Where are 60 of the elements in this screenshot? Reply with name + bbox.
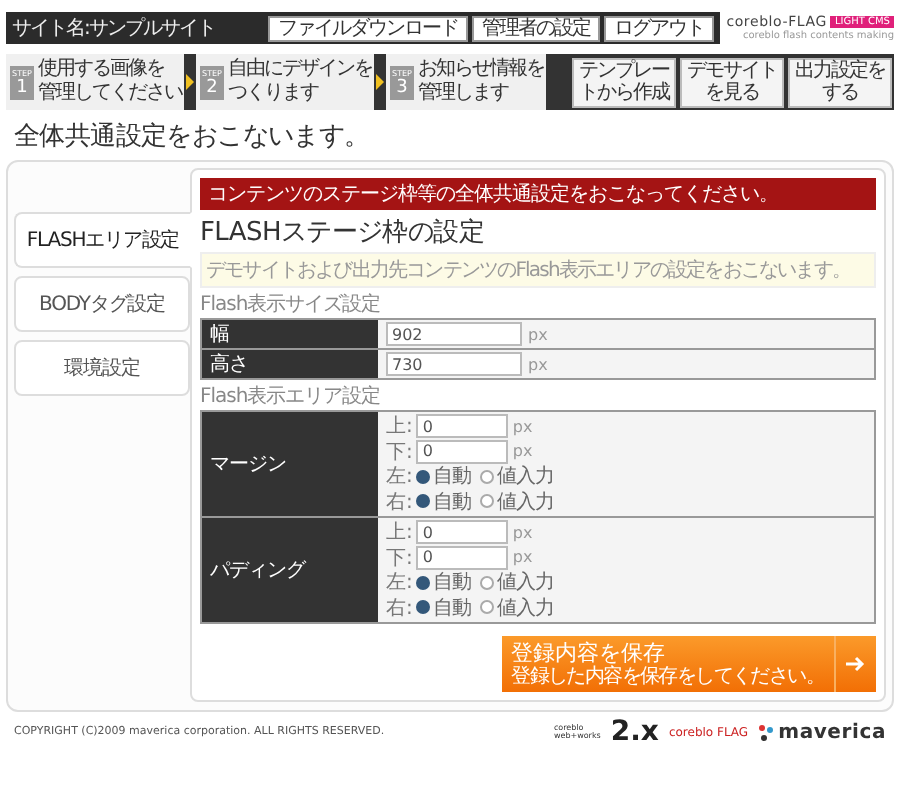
radio-option[interactable]: 自動 <box>416 487 471 516</box>
header-button[interactable]: ファイルダウンロード <box>268 15 468 41</box>
row-label: 高さ <box>202 350 378 378</box>
input-field[interactable]: 730 <box>386 352 522 376</box>
dots-icon <box>758 723 775 741</box>
logo-text: maverica <box>778 721 886 743</box>
unit-label: px <box>512 548 533 567</box>
step-number: 1 <box>16 77 28 97</box>
unit-label: px <box>528 355 548 373</box>
section-heading: FLASHステージ枠の設定 <box>200 216 487 252</box>
section-label: Flash表示サイズ設定 <box>200 294 383 318</box>
sidebar-tab[interactable]: FLASHエリア設定 <box>14 212 192 268</box>
unit-label: px <box>512 417 533 436</box>
header-button[interactable]: ログアウト <box>604 15 714 41</box>
input-field[interactable]: 0 <box>416 414 509 439</box>
logo-text: 2.x <box>610 718 659 746</box>
section-label: Flash表示エリア設定 <box>200 386 383 410</box>
input-field[interactable]: 0 <box>416 520 509 545</box>
field-label: 左: <box>386 464 413 491</box>
radio-option[interactable]: 値入力 <box>480 487 554 516</box>
site-name: サイト名:サンプルサイト <box>12 15 215 42</box>
radio-option[interactable]: 自動 <box>416 568 471 597</box>
field-label: 上: <box>386 413 413 441</box>
arrow-icon <box>846 656 866 672</box>
radio-option[interactable]: 自動 <box>416 593 471 622</box>
radio-option[interactable]: 値入力 <box>480 568 554 597</box>
field-label: 右: <box>386 595 413 622</box>
sidebar-tab[interactable]: BODYタグ設定 <box>14 276 190 332</box>
unit-label: px <box>528 325 548 343</box>
field-label: 下: <box>386 545 413 572</box>
step-text: 自由にデザインを つくります <box>228 58 372 106</box>
action-button[interactable]: 出力設定をする <box>788 57 892 107</box>
notice-banner: コンテンツのステージ枠等の全体共通設定をおこなってください。 <box>200 178 876 210</box>
radio-option[interactable]: 自動 <box>416 462 471 491</box>
unit-label: px <box>512 442 533 461</box>
step-number: 3 <box>396 77 408 97</box>
field-label: 下: <box>386 439 413 466</box>
field-label: 上: <box>386 519 413 547</box>
button-label: 登録内容を保存 <box>511 640 668 666</box>
field-label: 左: <box>386 570 413 597</box>
row-label: 幅 <box>202 320 378 348</box>
radio-option[interactable]: 値入力 <box>480 593 554 622</box>
input-field[interactable]: 0 <box>416 545 509 570</box>
input-field[interactable]: 0 <box>416 439 509 464</box>
input-field[interactable]: 902 <box>386 322 522 346</box>
step-text: 使用する画像を 管理してください <box>38 58 182 106</box>
step-text: お知らせ情報を 管理します <box>418 58 544 106</box>
button-caption: 登録した内容を保存をしてください。 <box>511 666 824 688</box>
action-button[interactable]: デモサイトを見る <box>680 57 784 107</box>
row-label: マージン <box>202 412 378 516</box>
row-label: パディング <box>202 518 378 622</box>
unit-label: px <box>512 523 533 542</box>
field-label: 右: <box>386 489 413 516</box>
step-number: 2 <box>206 77 218 97</box>
page-title: 全体共通設定をおこないます。 <box>12 120 372 156</box>
info-note: デモサイトおよび出力先コンテンツのFlash表示エリアの設定をおこないます。 <box>200 252 876 288</box>
sidebar-tab[interactable]: 環境設定 <box>14 340 190 396</box>
radio-option[interactable]: 値入力 <box>480 462 554 491</box>
action-button[interactable]: テンプレートから作成 <box>572 57 676 107</box>
header-button[interactable]: 管理者の設定 <box>472 15 600 41</box>
